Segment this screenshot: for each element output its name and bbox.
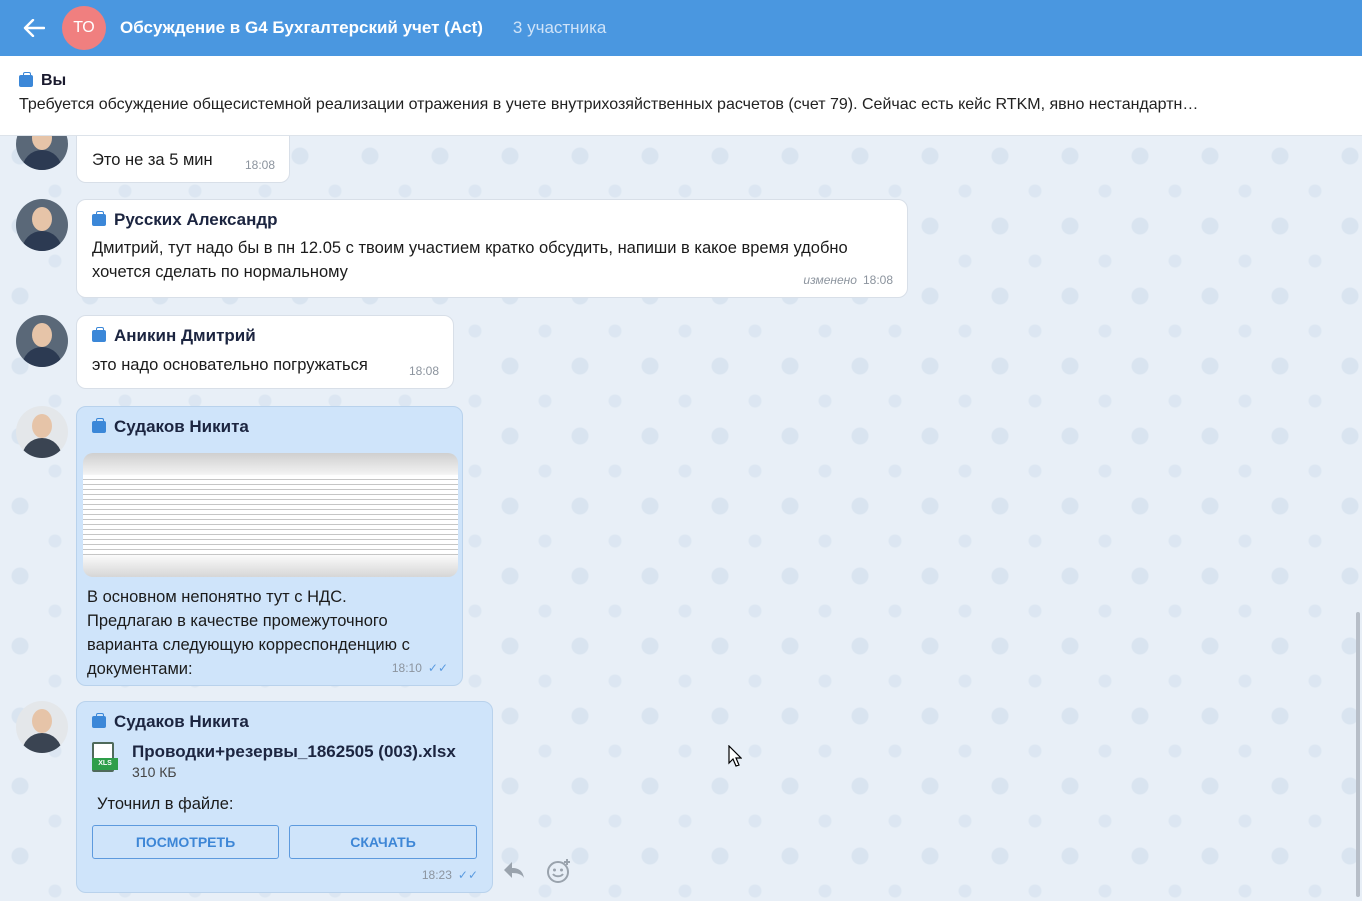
message-bubble[interactable]: Русских Александр Дмитрий, тут надо бы в… xyxy=(76,199,908,298)
message-author[interactable]: Аникин Дмитрий xyxy=(114,326,256,346)
avatar[interactable] xyxy=(16,136,68,170)
edited-label: изменено xyxy=(803,273,857,287)
message-text-line: хочется сделать по нормальному xyxy=(92,263,348,281)
message-time: 18:10 xyxy=(391,661,422,675)
chat-members-count[interactable]: 3 участника xyxy=(513,18,606,38)
message-time: 18:08 xyxy=(244,158,275,172)
avatar[interactable] xyxy=(16,406,68,458)
pinned-message[interactable]: Вы Требуется обсуждение общесистемной ре… xyxy=(0,56,1362,136)
avatar[interactable] xyxy=(16,199,68,251)
spreadsheet-image-preview[interactable] xyxy=(83,453,458,577)
message-text-line: варианта следующую корреспонденцию с xyxy=(87,636,410,654)
chat-title[interactable]: Обсуждение в G4 Бухгалтерский учет (Act) xyxy=(120,18,483,38)
message-meta: 18:23 ✓✓ xyxy=(422,868,478,882)
message-time: 18:08 xyxy=(408,364,439,378)
file-size: 310 КБ xyxy=(132,764,177,780)
message-bubble[interactable]: Судаков Никита XLS Проводки+резервы_1862… xyxy=(76,701,493,893)
message-bubble[interactable]: Аникин Дмитрий это надо основательно пог… xyxy=(76,315,454,389)
message-text-line: Предлагаю в качестве промежуточного xyxy=(87,612,388,630)
message-text: это надо основательно погружаться xyxy=(92,356,368,374)
excel-file-icon: XLS xyxy=(92,742,118,774)
download-button[interactable]: СКАЧАТЬ xyxy=(289,825,477,859)
message-text-line: В основном непонятно тут с НДС. xyxy=(87,588,347,606)
message-text-line: Дмитрий, тут надо бы в пн 12.05 с твоим … xyxy=(92,239,848,257)
avatar[interactable] xyxy=(16,701,68,753)
briefcase-icon xyxy=(92,327,106,342)
reply-icon[interactable] xyxy=(502,860,526,885)
message-text-line: документами: xyxy=(87,660,193,678)
view-button[interactable]: ПОСМОТРЕТЬ xyxy=(92,825,279,859)
message-author[interactable]: Русских Александр xyxy=(114,210,278,230)
avatar[interactable] xyxy=(16,315,68,367)
chat-header: ТО Обсуждение в G4 Бухгалтерский учет (A… xyxy=(0,0,1362,56)
message-bubble[interactable]: Судаков Никита В основном непонятно тут … xyxy=(76,406,463,686)
chat-avatar[interactable]: ТО xyxy=(62,6,106,50)
read-ticks-icon: ✓✓ xyxy=(457,868,478,882)
message-meta: изменено 18:08 xyxy=(803,273,893,287)
message-time: 18:23 xyxy=(421,868,452,882)
briefcase-icon xyxy=(92,713,106,728)
pinned-text: Требуется обсуждение общесистемной реали… xyxy=(19,96,1199,113)
briefcase-icon xyxy=(19,72,33,87)
chat-area: Это не за 5 мин 18:08 Русских Александр … xyxy=(0,136,1362,901)
briefcase-icon xyxy=(92,418,106,433)
mouse-cursor-icon xyxy=(728,744,743,772)
message-meta: 18:10 ✓✓ xyxy=(392,661,448,675)
message-author[interactable]: Судаков Никита xyxy=(114,712,249,732)
briefcase-icon xyxy=(92,211,106,226)
file-name[interactable]: Проводки+резервы_1862505 (003).xlsx xyxy=(132,742,456,762)
message-time: 18:08 xyxy=(862,273,893,287)
message-author[interactable]: Судаков Никита xyxy=(114,417,249,437)
scrollbar[interactable] xyxy=(1356,612,1360,897)
file-attachment[interactable]: XLS Проводки+резервы_1862505 (003).xlsx … xyxy=(92,742,477,780)
back-arrow-icon[interactable] xyxy=(14,8,54,48)
read-ticks-icon: ✓✓ xyxy=(427,661,448,675)
message-text: Уточнил в файле: xyxy=(97,795,234,813)
message-text: Это не за 5 мин xyxy=(92,151,213,169)
message-bubble[interactable]: Это не за 5 мин 18:08 xyxy=(76,136,290,183)
pinned-author: Вы xyxy=(41,72,67,89)
add-reaction-icon[interactable] xyxy=(546,858,572,889)
